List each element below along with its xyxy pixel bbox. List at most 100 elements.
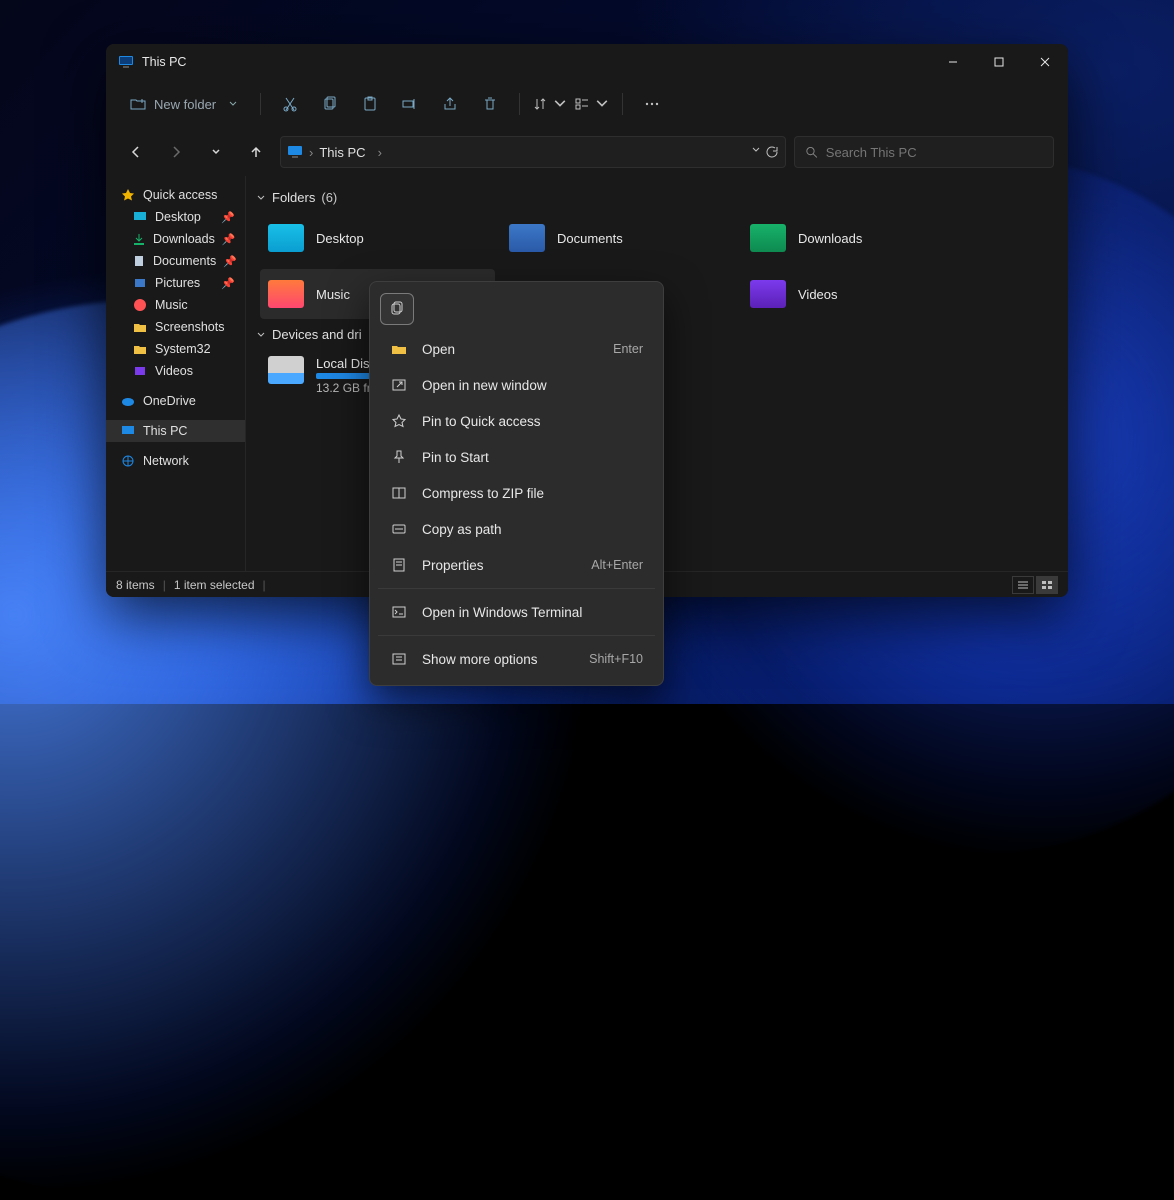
sidebar-item-desktop[interactable]: Desktop 📌 [106,206,245,228]
sidebar-item-label: Videos [155,364,193,378]
folder-item-downloads[interactable]: Downloads [742,213,977,263]
ctx-label: Properties [422,558,484,573]
sidebar-item-quick-access[interactable]: Quick access [106,184,245,206]
sort-button[interactable] [532,88,568,120]
up-button[interactable] [240,136,272,168]
trash-icon [482,96,498,112]
sidebar-item-label: OneDrive [143,394,196,408]
minimize-button[interactable] [930,44,976,80]
ctx-copy-button[interactable] [380,293,414,325]
ctx-item-pin-quick-access[interactable]: Pin to Quick access [376,403,657,439]
group-header-folders[interactable]: Folders (6) [256,190,1054,205]
chevron-down-icon [594,96,610,112]
recent-locations-button[interactable] [200,136,232,168]
rename-icon [402,96,418,112]
sidebar-item-network[interactable]: Network [106,450,245,472]
ctx-label: Open in new window [422,378,547,393]
sidebar-item-videos[interactable]: Videos [106,360,245,382]
desktop-icon [132,209,148,225]
sidebar-item-this-pc[interactable]: This PC [106,420,245,442]
titlebar: This PC [106,44,1068,80]
ctx-item-open-new-window[interactable]: Open in new window [376,367,657,403]
close-button[interactable] [1022,44,1068,80]
copy-icon [322,96,338,112]
ctx-item-show-more[interactable]: Show more options Shift+F10 [376,641,657,677]
folder-item-documents[interactable]: Documents [501,213,736,263]
sidebar-item-documents[interactable]: Documents 📌 [106,250,245,272]
paste-icon [362,96,378,112]
search-input[interactable] [826,145,1043,160]
sidebar-item-onedrive[interactable]: OneDrive [106,390,245,412]
star-icon [390,412,408,430]
folder-label: Documents [557,231,623,246]
sidebar-item-label: Screenshots [155,320,224,334]
copy-button[interactable] [313,88,347,120]
view-button[interactable] [574,88,610,120]
sidebar-item-label: System32 [155,342,211,356]
paste-button[interactable] [353,88,387,120]
pictures-icon [132,275,148,291]
ctx-item-open[interactable]: Open Enter [376,331,657,367]
breadcrumb[interactable]: This PC [319,145,365,160]
forward-button[interactable] [160,136,192,168]
onedrive-icon [120,393,136,409]
ctx-shortcut: Alt+Enter [591,558,643,572]
address-bar[interactable]: › This PC› [280,136,786,168]
ctx-item-properties[interactable]: Properties Alt+Enter [376,547,657,583]
sidebar-item-system32[interactable]: System32 [106,338,245,360]
chevron-down-icon[interactable] [751,145,761,159]
folder-label: Downloads [798,231,862,246]
back-button[interactable] [120,136,152,168]
ctx-label: Compress to ZIP file [422,486,544,501]
this-pc-icon [118,54,134,70]
sidebar-item-label: Desktop [155,210,201,224]
more-button[interactable] [635,88,669,120]
ctx-item-pin-start[interactable]: Pin to Start [376,439,657,475]
sidebar-item-downloads[interactable]: Downloads 📌 [106,228,245,250]
terminal-icon [390,603,408,621]
share-button[interactable] [433,88,467,120]
new-folder-label: New folder [154,97,216,112]
desktop-icon [268,224,304,252]
videos-icon [750,280,786,308]
toolbar: New folder [106,80,1068,128]
chevron-down-icon [228,99,238,109]
ctx-label: Pin to Quick access [422,414,541,429]
sidebar-item-label: Pictures [155,276,200,290]
folder-item-videos[interactable]: Videos [742,269,977,319]
ctx-item-windows-terminal[interactable]: Open in Windows Terminal [376,594,657,630]
cut-button[interactable] [273,88,307,120]
sidebar: Quick access Desktop 📌 Downloads 📌 Docum… [106,176,246,571]
sidebar-item-pictures[interactable]: Pictures 📌 [106,272,245,294]
ctx-label: Show more options [422,652,538,667]
folder-icon [132,341,148,357]
folder-item-desktop[interactable]: Desktop [260,213,495,263]
delete-button[interactable] [473,88,507,120]
details-view-button[interactable] [1012,576,1034,594]
pin-icon [390,448,408,466]
sidebar-item-label: This PC [143,424,187,438]
chevron-down-icon [552,96,568,112]
view-icon [574,96,590,112]
sidebar-item-screenshots[interactable]: Screenshots [106,316,245,338]
rename-button[interactable] [393,88,427,120]
open-window-icon [390,376,408,394]
network-icon [120,453,136,469]
folder-label: Music [316,287,350,302]
ctx-item-copy-path[interactable]: Copy as path [376,511,657,547]
ctx-shortcut: Enter [613,342,643,356]
ctx-item-compress-zip[interactable]: Compress to ZIP file [376,475,657,511]
toolbar-separator [260,93,261,115]
videos-icon [132,363,148,379]
this-pc-icon [120,423,136,439]
search-box[interactable] [794,136,1054,168]
maximize-button[interactable] [976,44,1022,80]
ctx-label: Copy as path [422,522,502,537]
refresh-button[interactable] [765,145,779,159]
sidebar-item-music[interactable]: Music [106,294,245,316]
music-icon [132,297,148,313]
status-item-count: 8 items [116,578,155,592]
tiles-view-button[interactable] [1036,576,1058,594]
share-icon [442,96,458,112]
new-folder-button[interactable]: New folder [120,88,248,120]
